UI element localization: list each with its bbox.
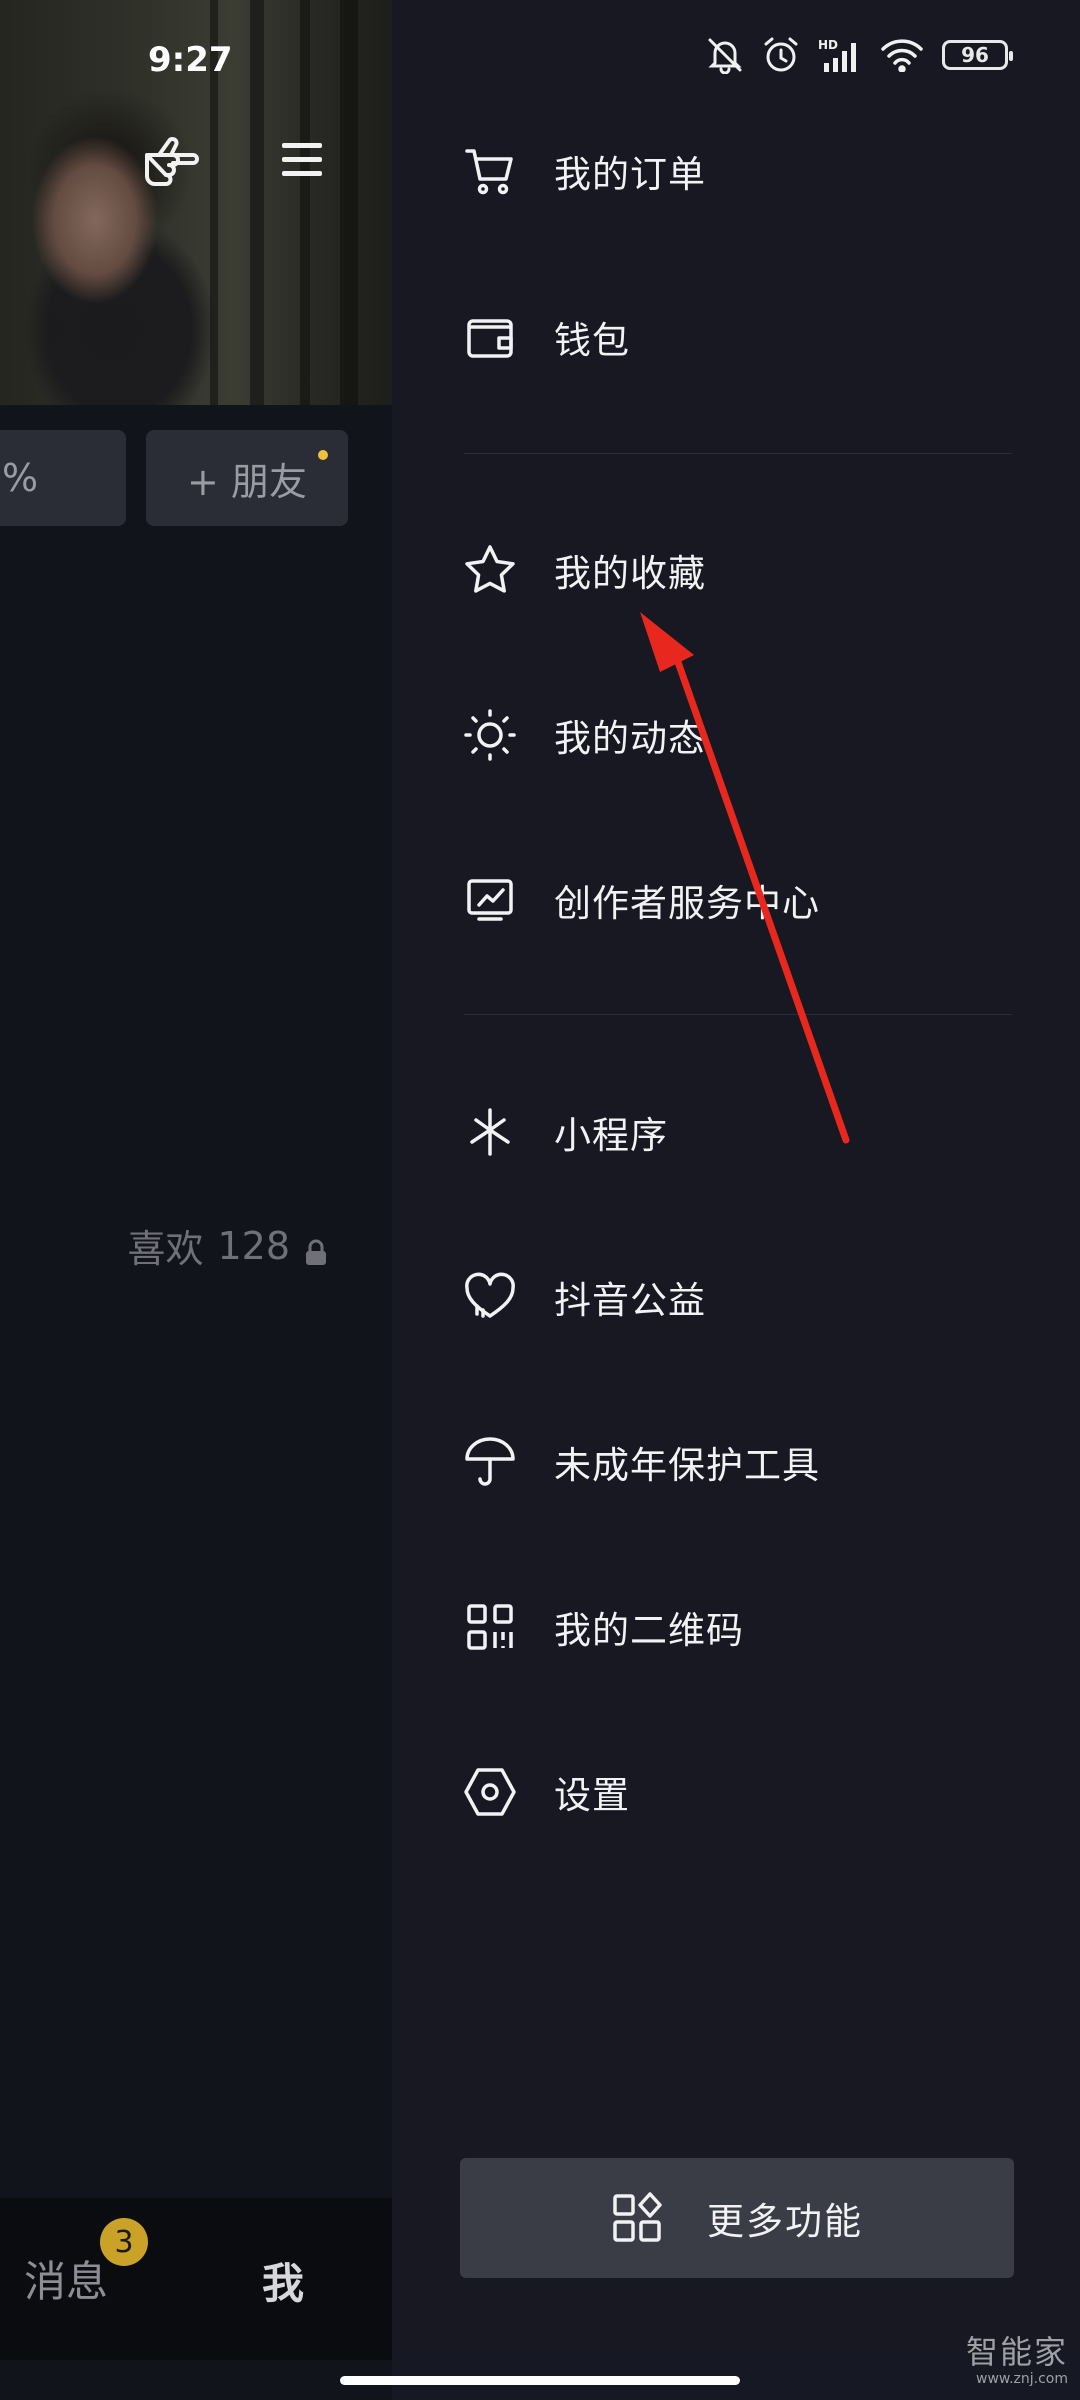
battery-icon: 96 xyxy=(942,40,1013,70)
menu-item-favorites[interactable]: 我的收藏 xyxy=(462,525,1022,615)
watermark-text: 智能家 xyxy=(965,2333,1068,2371)
cart-icon xyxy=(462,143,518,199)
star-icon xyxy=(462,542,518,598)
svg-text:HD: HD xyxy=(818,38,838,52)
menu-item-qrcode[interactable]: 我的二维码 xyxy=(462,1582,1022,1672)
qrcode-icon xyxy=(462,1599,518,1655)
screen: % + 朋友 喜欢 128 消息 3 我 我的订单 钱包 我的收藏 我的动态 创… xyxy=(0,0,1080,2400)
menu-item-label: 我的动态 xyxy=(554,717,706,760)
menu-item-mini-programs[interactable]: 小程序 xyxy=(462,1087,1022,1177)
tab-messages[interactable]: 消息 xyxy=(24,2248,108,2309)
menu-item-orders[interactable]: 我的订单 xyxy=(462,126,1022,216)
side-drawer: 我的订单 钱包 我的收藏 我的动态 创作者服务中心 小程序 抖音公益 未成年保护… xyxy=(392,0,1080,2352)
menu-item-activity[interactable]: 我的动态 xyxy=(462,690,1022,780)
mini-program-icon xyxy=(462,1104,518,1160)
home-indicator[interactable] xyxy=(340,2376,740,2385)
status-time: 9:27 xyxy=(148,40,233,80)
umbrella-icon xyxy=(462,1434,518,1490)
notification-dot xyxy=(318,450,328,460)
menu-item-label: 抖音公益 xyxy=(554,1279,706,1322)
menu-item-label: 我的二维码 xyxy=(554,1609,744,1652)
creator-chart-icon xyxy=(462,872,518,928)
likes-tab[interactable]: 喜欢 128 xyxy=(127,1218,328,1273)
menu-item-label: 创作者服务中心 xyxy=(554,882,820,925)
menu-item-creator-center[interactable]: 创作者服务中心 xyxy=(462,855,1022,945)
menu-item-label: 小程序 xyxy=(554,1114,668,1157)
battery-level: 96 xyxy=(961,43,989,67)
wallet-icon xyxy=(462,309,518,365)
menu-item-label: 未成年保护工具 xyxy=(554,1444,820,1487)
add-friend-label: + 朋友 xyxy=(187,459,307,504)
menu-item-label: 设置 xyxy=(554,1774,630,1817)
pointing-hand-icon[interactable] xyxy=(140,128,204,192)
profile-action-button[interactable]: % xyxy=(0,430,126,526)
menu-item-charity[interactable]: 抖音公益 xyxy=(462,1252,1022,1342)
likes-count: 128 xyxy=(217,1223,290,1268)
watermark-url: www.znj.com xyxy=(976,2371,1068,2387)
add-friend-button[interactable]: + 朋友 xyxy=(146,430,348,526)
hexagon-settings-icon xyxy=(462,1764,518,1820)
hamburger-menu-icon[interactable] xyxy=(278,138,326,182)
grid-apps-icon xyxy=(611,2192,663,2244)
more-features-button[interactable]: 更多功能 xyxy=(460,2158,1014,2278)
status-icons: HD 96 xyxy=(706,36,1013,74)
wifi-icon xyxy=(880,38,924,72)
menu-item-label: 我的订单 xyxy=(554,153,706,196)
menu-item-wallet[interactable]: 钱包 xyxy=(462,292,1022,382)
mute-bell-icon xyxy=(706,36,744,74)
menu-item-label: 钱包 xyxy=(554,319,630,362)
menu-item-label: 我的收藏 xyxy=(554,552,706,595)
drawer-divider xyxy=(464,453,1012,454)
profile-action-label: % xyxy=(2,456,39,500)
likes-label: 喜欢 xyxy=(127,1227,204,1271)
menu-item-settings[interactable]: 设置 xyxy=(462,1747,1022,1837)
drawer-divider xyxy=(464,1014,1012,1015)
sun-icon xyxy=(462,707,518,763)
signal-hd-icon: HD xyxy=(818,37,862,73)
lock-icon xyxy=(304,1232,328,1265)
messages-badge: 3 xyxy=(100,2218,148,2266)
more-features-label: 更多功能 xyxy=(707,2200,863,2243)
tab-me[interactable]: 我 xyxy=(262,2250,304,2311)
menu-item-minor-protection[interactable]: 未成年保护工具 xyxy=(462,1417,1022,1507)
heart-charity-icon xyxy=(462,1269,518,1325)
alarm-icon xyxy=(762,36,800,74)
watermark-logo: 智能家 www.znj.com xyxy=(966,2336,1068,2386)
profile-page-background: % + 朋友 喜欢 128 消息 3 我 xyxy=(0,0,392,2400)
